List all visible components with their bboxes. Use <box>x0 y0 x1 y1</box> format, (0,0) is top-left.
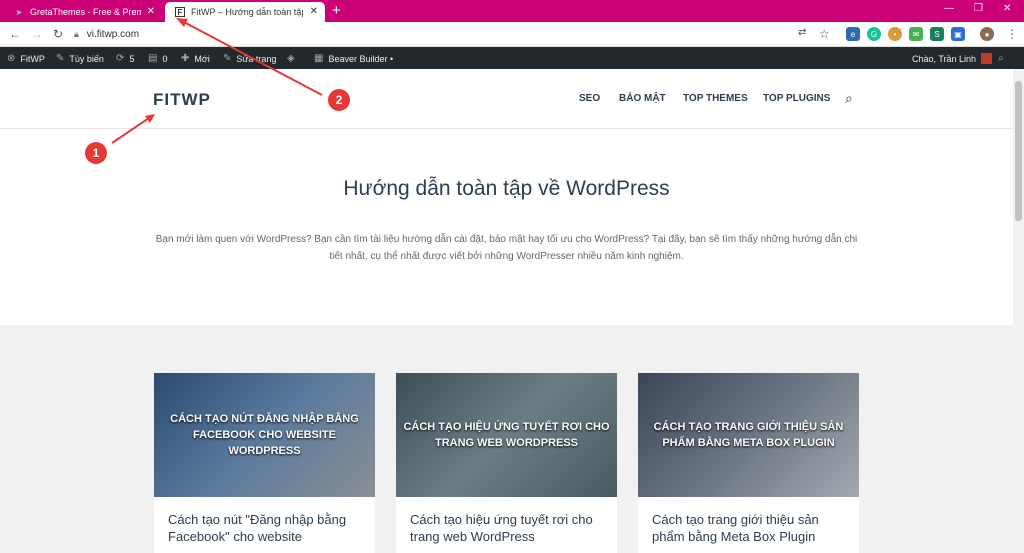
annotation-marker-2: 2 <box>328 89 350 111</box>
annotation-marker-1: 1 <box>85 142 107 164</box>
annotation-arrow-2 <box>179 19 323 96</box>
annotation-arrowhead-2 <box>176 18 188 27</box>
annotation-arrow-1 <box>111 115 153 144</box>
annotation-arrows <box>111 18 323 144</box>
annotation-arrowhead-1 <box>145 114 155 123</box>
